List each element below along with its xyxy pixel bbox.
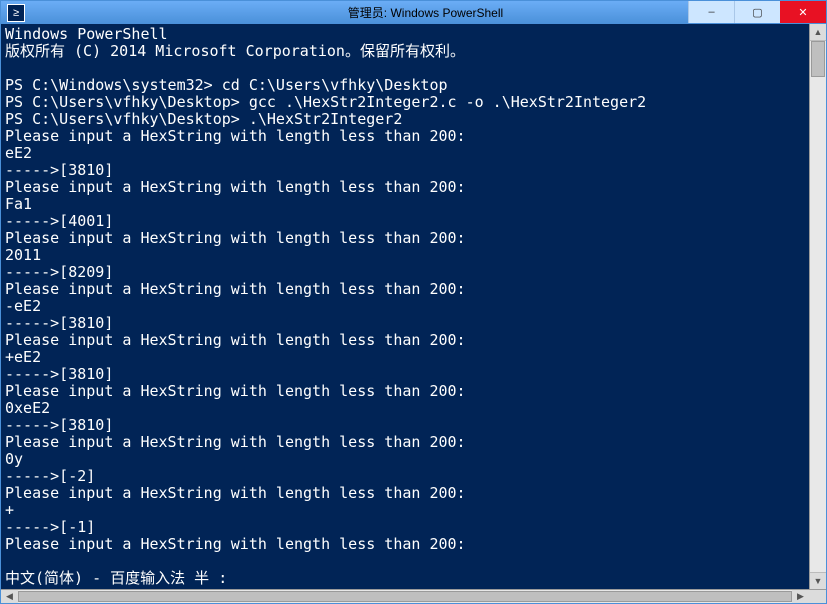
- powershell-window: ≥ 管理员: Windows PowerShell – ▢ ✕ Windows …: [0, 0, 827, 604]
- terminal-line: Windows PowerShell: [5, 26, 809, 43]
- terminal-line: Please input a HexString with length les…: [5, 281, 809, 298]
- terminal-line: Please input a HexString with length les…: [5, 383, 809, 400]
- client-area: Windows PowerShell版权所有 (C) 2014 Microsof…: [1, 24, 826, 589]
- terminal-line: ----->[8209]: [5, 264, 809, 281]
- terminal-line: Please input a HexString with length les…: [5, 485, 809, 502]
- scrollbar-corner: [809, 590, 826, 603]
- terminal-line: Please input a HexString with length les…: [5, 128, 809, 145]
- horizontal-scrollbar[interactable]: ◀ ▶: [1, 589, 826, 603]
- powershell-icon: ≥: [7, 4, 25, 22]
- minimize-button[interactable]: –: [688, 1, 734, 23]
- window-controls: – ▢ ✕: [688, 1, 826, 23]
- vertical-scrollbar[interactable]: ▲ ▼: [809, 24, 826, 589]
- terminal-line: ----->[3810]: [5, 366, 809, 383]
- terminal-line: Please input a HexString with length les…: [5, 332, 809, 349]
- terminal-line: PS C:\Windows\system32> cd C:\Users\vfhk…: [5, 77, 809, 94]
- terminal-line: ----->[-1]: [5, 519, 809, 536]
- terminal-line: ----->[3810]: [5, 315, 809, 332]
- terminal-line: Please input a HexString with length les…: [5, 230, 809, 247]
- scroll-right-arrow-icon[interactable]: ▶: [792, 590, 809, 603]
- terminal-line: 中文(简体) - 百度输入法 半 :: [5, 570, 809, 587]
- terminal-line: 0xeE2: [5, 400, 809, 417]
- terminal-line: -eE2: [5, 298, 809, 315]
- terminal-line: 0y: [5, 451, 809, 468]
- terminal-line: ----->[3810]: [5, 162, 809, 179]
- terminal-line: +: [5, 502, 809, 519]
- titlebar[interactable]: ≥ 管理员: Windows PowerShell – ▢ ✕: [1, 1, 826, 24]
- terminal-output[interactable]: Windows PowerShell版权所有 (C) 2014 Microsof…: [1, 24, 809, 589]
- horizontal-scroll-track[interactable]: [18, 590, 792, 603]
- terminal-line: 版权所有 (C) 2014 Microsoft Corporation。保留所有…: [5, 43, 809, 60]
- terminal-line: [5, 60, 809, 77]
- scroll-left-arrow-icon[interactable]: ◀: [1, 590, 18, 603]
- scroll-down-arrow-icon[interactable]: ▼: [810, 572, 826, 589]
- terminal-line: Fa1: [5, 196, 809, 213]
- terminal-line: 2011: [5, 247, 809, 264]
- terminal-line: ----->[3810]: [5, 417, 809, 434]
- terminal-line: Please input a HexString with length les…: [5, 434, 809, 451]
- terminal-line: PS C:\Users\vfhky\Desktop> .\HexStr2Inte…: [5, 111, 809, 128]
- terminal-line: ----->[-2]: [5, 468, 809, 485]
- maximize-button[interactable]: ▢: [734, 1, 780, 23]
- terminal-line: Please input a HexString with length les…: [5, 179, 809, 196]
- terminal-line: [5, 553, 809, 570]
- terminal-line: ----->[4001]: [5, 213, 809, 230]
- close-button[interactable]: ✕: [780, 1, 826, 23]
- terminal-line: +eE2: [5, 349, 809, 366]
- terminal-line: Please input a HexString with length les…: [5, 536, 809, 553]
- terminal-line: PS C:\Users\vfhky\Desktop> gcc .\HexStr2…: [5, 94, 809, 111]
- terminal-line: eE2: [5, 145, 809, 162]
- vertical-scroll-track[interactable]: [810, 41, 826, 572]
- horizontal-scroll-thumb[interactable]: [18, 591, 792, 602]
- vertical-scroll-thumb[interactable]: [811, 41, 825, 77]
- scroll-up-arrow-icon[interactable]: ▲: [810, 24, 826, 41]
